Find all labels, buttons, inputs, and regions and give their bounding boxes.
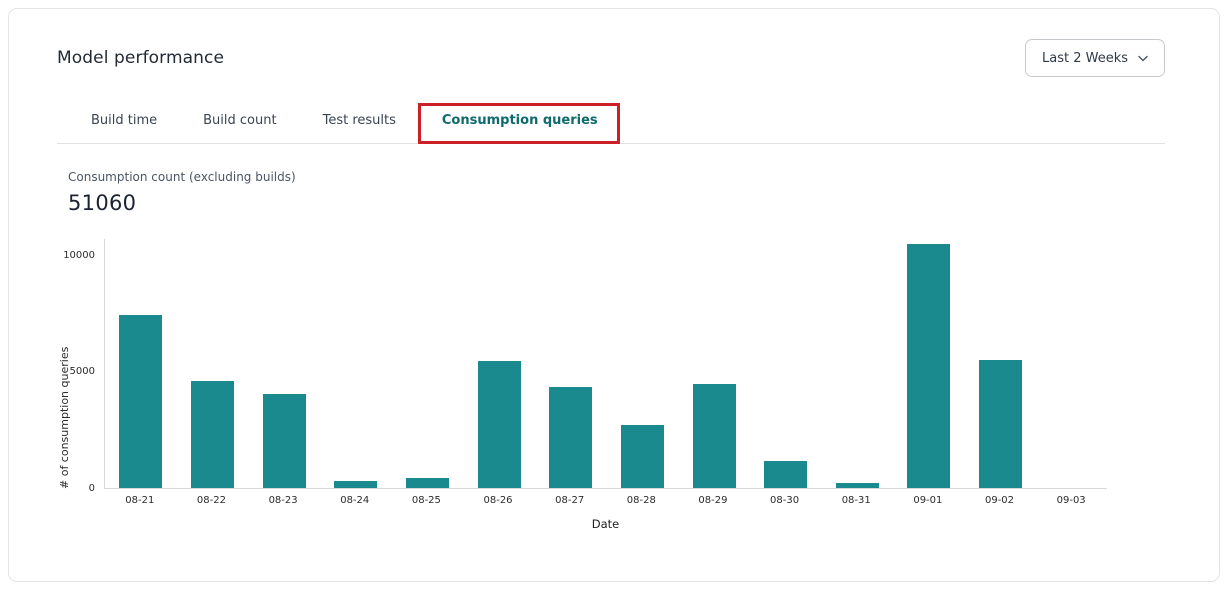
x-tick-label: 09-02 (964, 495, 1036, 506)
bar-08-26 (478, 361, 521, 488)
bar-08-31 (836, 483, 879, 488)
x-tick-label: 08-30 (749, 495, 821, 506)
tab-build-time[interactable]: Build time (91, 113, 157, 143)
x-axis-title: Date (104, 517, 1107, 531)
bar-08-29 (693, 384, 736, 488)
x-tick-label: 08-29 (677, 495, 749, 506)
x-tick-label: 08-31 (820, 495, 892, 506)
metric-label: Consumption count (excluding builds) (68, 170, 1219, 184)
bar-plot-area (104, 239, 1107, 489)
time-range-value: Last 2 Weeks (1042, 51, 1128, 66)
bar-08-27 (549, 387, 592, 488)
x-tick-label: 08-27 (534, 495, 606, 506)
tab-consumption-queries[interactable]: Consumption queries (442, 113, 598, 143)
x-tick-label: 08-23 (247, 495, 319, 506)
tab-build-count[interactable]: Build count (203, 113, 276, 143)
time-range-dropdown[interactable]: Last 2 Weeks (1025, 39, 1165, 77)
bar-09-02 (979, 360, 1022, 488)
x-tick-label: 08-22 (176, 495, 248, 506)
x-tick-label: 08-25 (391, 495, 463, 506)
chevron-down-icon (1138, 55, 1148, 62)
y-axis-title: # of consumption queries (58, 239, 71, 489)
bar-08-28 (621, 425, 664, 488)
y-tick-label: 5000 (9, 366, 95, 377)
x-tick-label: 08-24 (319, 495, 391, 506)
bar-08-30 (764, 461, 807, 488)
tab-bar: Build time Build count Test results Cons… (57, 77, 1165, 144)
chart-wrapper: # of consumption queries 08-2108-2208-23… (9, 239, 1219, 539)
bar-08-23 (263, 394, 306, 489)
model-performance-card: Model performance Last 2 Weeks Build tim… (8, 8, 1220, 582)
y-tick-label: 10000 (9, 250, 95, 261)
x-axis-ticks: 08-2108-2208-2308-2408-2508-2608-2708-28… (104, 495, 1107, 506)
bar-08-22 (191, 381, 234, 488)
metric-block: Consumption count (excluding builds) 510… (68, 170, 1219, 215)
bar-08-24 (334, 481, 377, 488)
x-tick-label: 09-03 (1035, 495, 1107, 506)
bar-09-01 (907, 244, 950, 488)
tab-consumption-queries-label: Consumption queries (442, 113, 598, 128)
x-tick-label: 09-01 (892, 495, 964, 506)
metric-value: 51060 (68, 191, 1219, 215)
tab-test-results[interactable]: Test results (323, 113, 396, 143)
page-title: Model performance (57, 48, 224, 68)
y-tick-label: 0 (9, 483, 95, 494)
x-tick-label: 08-21 (104, 495, 176, 506)
x-tick-label: 08-28 (605, 495, 677, 506)
x-tick-label: 08-26 (462, 495, 534, 506)
bar-08-21 (119, 315, 162, 488)
bar-08-25 (406, 478, 449, 488)
card-header: Model performance Last 2 Weeks (57, 39, 1165, 77)
